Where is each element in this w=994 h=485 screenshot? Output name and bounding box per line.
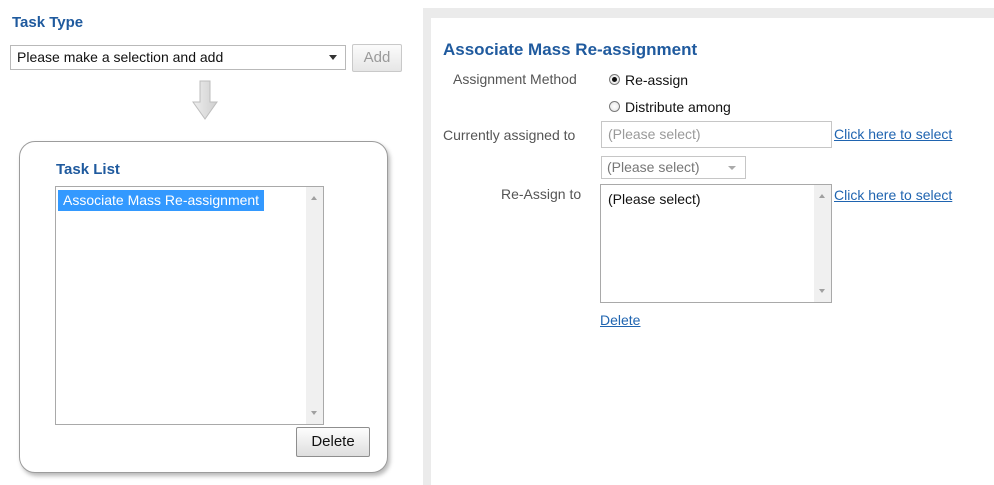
delete-button[interactable]: Delete: [296, 427, 370, 457]
reassign-to-label: Re-Assign to: [501, 186, 582, 202]
task-type-select-value: Please make a selection and add: [17, 49, 224, 65]
currently-assigned-input[interactable]: (Please select): [601, 121, 832, 148]
scroll-down-icon[interactable]: [311, 411, 317, 415]
dropdown-caret-icon: [329, 55, 337, 60]
task-list-heading: Task List: [56, 161, 120, 178]
scroll-up-icon[interactable]: [819, 194, 825, 198]
task-type-select[interactable]: Please make a selection and add: [10, 45, 346, 70]
reassign-list-scrollbar[interactable]: [814, 185, 831, 302]
currently-assigned-select[interactable]: (Please select): [601, 156, 746, 179]
distribute-among-radio[interactable]: [609, 101, 620, 112]
reassign-to-list[interactable]: (Please select): [600, 184, 832, 303]
reassign-radio-label[interactable]: Re-assign: [625, 72, 688, 88]
distribute-among-radio-label[interactable]: Distribute among: [625, 99, 731, 115]
select-reassign-to-link[interactable]: Click here to select: [834, 187, 952, 203]
list-item[interactable]: Associate Mass Re-assignment: [58, 190, 265, 211]
scroll-down-icon[interactable]: [819, 289, 825, 293]
currently-assigned-label: Currently assigned to: [443, 127, 576, 143]
detail-heading: Associate Mass Re-assignment: [443, 40, 698, 59]
list-item[interactable]: (Please select): [608, 191, 701, 207]
task-list-box[interactable]: Associate Mass Re-assignment: [55, 186, 324, 425]
select-currently-assigned-link[interactable]: Click here to select: [834, 126, 952, 142]
delete-link[interactable]: Delete: [600, 312, 640, 328]
task-list-scrollbar[interactable]: [306, 187, 323, 424]
add-button[interactable]: Add: [352, 44, 402, 72]
reassign-radio[interactable]: [609, 74, 620, 85]
task-type-heading: Task Type: [12, 14, 84, 31]
currently-assigned-select-value: (Please select): [607, 159, 700, 175]
assignment-method-label: Assignment Method: [453, 71, 577, 87]
down-arrow-icon: [192, 80, 218, 120]
scroll-up-icon[interactable]: [311, 196, 317, 200]
dropdown-caret-icon: [728, 166, 736, 170]
